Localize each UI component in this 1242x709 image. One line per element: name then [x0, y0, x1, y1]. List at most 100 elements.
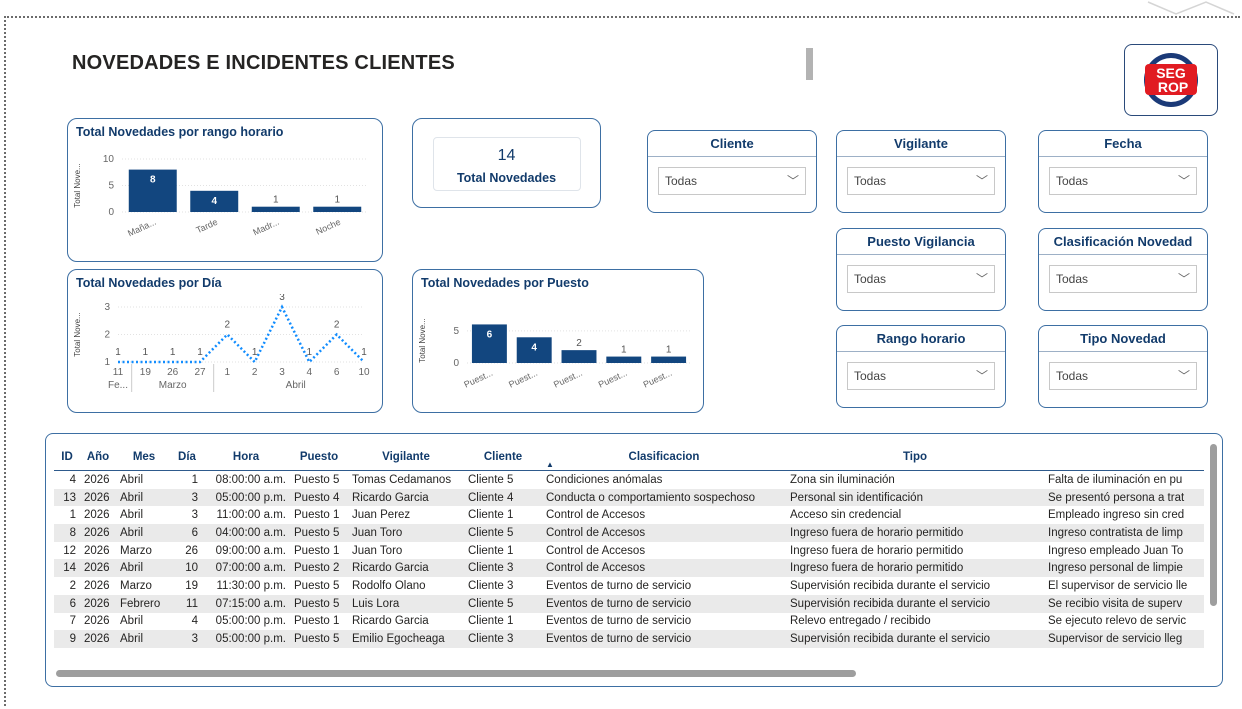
cell-puesto: Puesto 5 — [294, 473, 340, 486]
cell-puesto: Puesto 5 — [290, 594, 348, 613]
horizontal-scrollbar[interactable] — [56, 670, 856, 677]
y-axis-label: Total Nove... — [418, 318, 427, 362]
bar[interactable] — [313, 206, 362, 212]
column-header-cliente[interactable]: Cliente — [464, 444, 542, 471]
cell-mes: Abril — [120, 615, 144, 628]
column-header-puesto[interactable]: Puesto — [290, 444, 348, 471]
table-header-row: ID Año Mes Día Hora Puesto Vigilante Cli… — [54, 444, 1204, 471]
data-label: 1 — [666, 345, 672, 356]
data-label: 1 — [307, 347, 313, 358]
slicer-title: Vigilante — [894, 136, 948, 151]
slicer-separator — [837, 351, 1005, 352]
cell-puesto: Puesto 4 — [290, 488, 348, 507]
page-title: NOVEDADES E INCIDENTES CLIENTES — [72, 52, 455, 74]
x-tick-label: Mañа... — [126, 217, 157, 239]
x-tick-label: Puest... — [507, 368, 539, 390]
cell-dia: 4 — [191, 615, 198, 628]
table-row[interactable]: 6 2026 Febrero 11 07:15:00 a.m. Puesto 5 Luis … — [54, 594, 1204, 613]
x-tick-label: Madr... — [251, 217, 280, 238]
table-row[interactable]: 4 2026 Abril 1 08:00:00 a.m. Puesto 5 Tomas Ce… — [54, 471, 1204, 489]
cell-id: 8 — [54, 524, 80, 542]
cell-descripcion: Ingreso contratista de limp — [1044, 524, 1204, 542]
cell-dia: 11 — [172, 594, 202, 613]
slicer-value: Todas — [665, 174, 698, 188]
cell-cliente: Cliente 1 — [468, 544, 514, 557]
cell-tipo: Supervisión recibida durante el servicio — [786, 630, 1044, 648]
slicer-dropdown[interactable]: Todas ﹀ — [658, 167, 806, 195]
bar[interactable] — [251, 206, 300, 212]
data-label: 2 — [576, 338, 582, 349]
slicer-puesto-vigilancia: Puesto Vigilancia Todas ﹀ — [836, 228, 1006, 311]
column-header-id[interactable]: ID — [54, 444, 80, 471]
table-row[interactable]: 14 2026 Abril 10 07:00:00 a.m. Puesto 2 Ricard… — [54, 559, 1204, 578]
cell-hora: 05:00:00 p.m. — [202, 630, 290, 648]
cell-id: 6 — [54, 594, 80, 613]
column-header-vigilante[interactable]: Vigilante — [348, 444, 464, 471]
table-row[interactable]: 9 2026 Abril 3 05:00:00 p.m. Puesto 5 Emilio E… — [54, 630, 1204, 648]
cell-dia: 3 — [172, 630, 202, 648]
chevron-down-icon: ﹀ — [975, 174, 988, 188]
line-chart-por-dia[interactable]: Total Nove...123111119126127211233142611… — [68, 294, 380, 412]
x-tick-label: 6 — [334, 367, 340, 378]
bar-chart-rango-horario[interactable]: Total Nove... 0 5 10 8 Mañа... 4 Tarde 1 Madr... 1… — [68, 143, 380, 261]
cell-id: 13 — [54, 488, 80, 507]
x-tick-label: Puest... — [642, 368, 674, 390]
chevron-down-icon: ﹀ — [1177, 369, 1190, 383]
cell-clasificacion: Eventos de turno de servicio — [546, 579, 692, 592]
cell-puesto: Puesto 1 — [294, 509, 340, 522]
column-header-mes[interactable]: Mes — [116, 444, 172, 471]
table-row[interactable]: 2 2026 Marzo 19 11:30:00 p.m. Puesto 5 Rodolfo… — [54, 577, 1204, 595]
cell-tipo: Zona sin iluminación — [790, 473, 895, 486]
table-row[interactable]: 7 2026 Abril 4 05:00:00 p.m. Puesto 1 Ricardo … — [54, 613, 1204, 631]
cell-puesto: Puesto 1 — [294, 615, 340, 628]
slicer-title: Fecha — [1104, 136, 1142, 151]
slicer-value: Todas — [1056, 174, 1089, 188]
data-label: 1 — [361, 347, 367, 358]
data-label: 2 — [225, 320, 231, 331]
cell-puesto: Puesto 5 — [294, 579, 340, 592]
sort-ascending-icon: ▲ — [546, 460, 554, 469]
bar-chart-por-puesto[interactable]: Total Nove... 0 5 6 Puest... 4 Puest... 2 Puest.… — [413, 294, 701, 412]
column-header-ano[interactable]: Año — [80, 444, 116, 471]
cell-descripcion: Empleado ingreso sin cred — [1048, 509, 1185, 522]
cell-dia: 26 — [185, 544, 198, 557]
vertical-scrollbar[interactable] — [1210, 444, 1217, 606]
cell-vigilante: Rodolfo Olano — [352, 579, 426, 592]
bar[interactable] — [606, 356, 642, 363]
column-header-descripcion[interactable] — [1044, 444, 1204, 471]
slicer-cliente: Cliente Todas ﹀ — [647, 130, 817, 213]
cell-mes: Febrero — [116, 594, 172, 613]
column-header-clasificacion[interactable]: Clasificacion ▲ — [542, 444, 786, 471]
chart-card-por-puesto[interactable]: Total Novedades por Puesto Total Nove...… — [412, 269, 704, 413]
bar[interactable] — [561, 350, 597, 363]
x-tick-label: Puest... — [462, 368, 494, 390]
slicer-dropdown[interactable]: Todas ﹀ — [1049, 265, 1197, 293]
table-row[interactable]: 13 2026 Abril 3 05:00:00 p.m. Puesto 4 Ricardo… — [54, 488, 1204, 507]
decorative-shape — [1147, 1, 1235, 15]
slicer-dropdown[interactable]: Todas ﹀ — [1049, 167, 1197, 195]
divider-bar — [806, 48, 813, 80]
column-header-hora[interactable]: Hora — [202, 444, 290, 471]
column-header-tipo[interactable]: Tipo — [786, 444, 1044, 471]
slicer-dropdown[interactable]: Todas ﹀ — [847, 362, 995, 390]
chart-card-rango-horario[interactable]: Total Novedades por rango horario Total … — [67, 118, 383, 262]
table-row[interactable]: 1 2026 Abril 3 11:00:00 a.m. Puesto 1 Juan Per… — [54, 506, 1204, 524]
data-label: 1 — [621, 345, 627, 356]
bar[interactable] — [651, 356, 687, 363]
cell-mes: Abril — [120, 509, 144, 522]
slicer-dropdown[interactable]: Todas ﹀ — [847, 265, 995, 293]
table-row[interactable]: 8 2026 Abril 6 04:00:00 a.m. Puesto 5 Juan Tor… — [54, 524, 1204, 542]
cell-tipo: Supervisión recibida durante el servicio — [790, 579, 991, 592]
x-tick-label: 10 — [358, 367, 370, 378]
cell-hora: 11:00:00 a.m. — [216, 509, 286, 522]
cell-clasificacion: Control de Accesos — [542, 559, 786, 578]
y-tick-label: 5 — [453, 326, 459, 337]
slicer-dropdown[interactable]: Todas ﹀ — [847, 167, 995, 195]
cell-clasificacion: Conducta o comportamiento sospechoso — [542, 488, 786, 507]
cell-puesto: Puesto 5 — [290, 524, 348, 542]
data-label: 4 — [531, 342, 537, 353]
table-row[interactable]: 12 2026 Marzo 26 09:00:00 a.m. Puesto 1 Juan T… — [54, 542, 1204, 560]
slicer-dropdown[interactable]: Todas ﹀ — [1049, 362, 1197, 390]
chart-card-por-dia[interactable]: Total Novedades por Día Total Nove... 1 2 3… — [67, 269, 383, 413]
column-header-dia[interactable]: Día — [172, 444, 202, 471]
